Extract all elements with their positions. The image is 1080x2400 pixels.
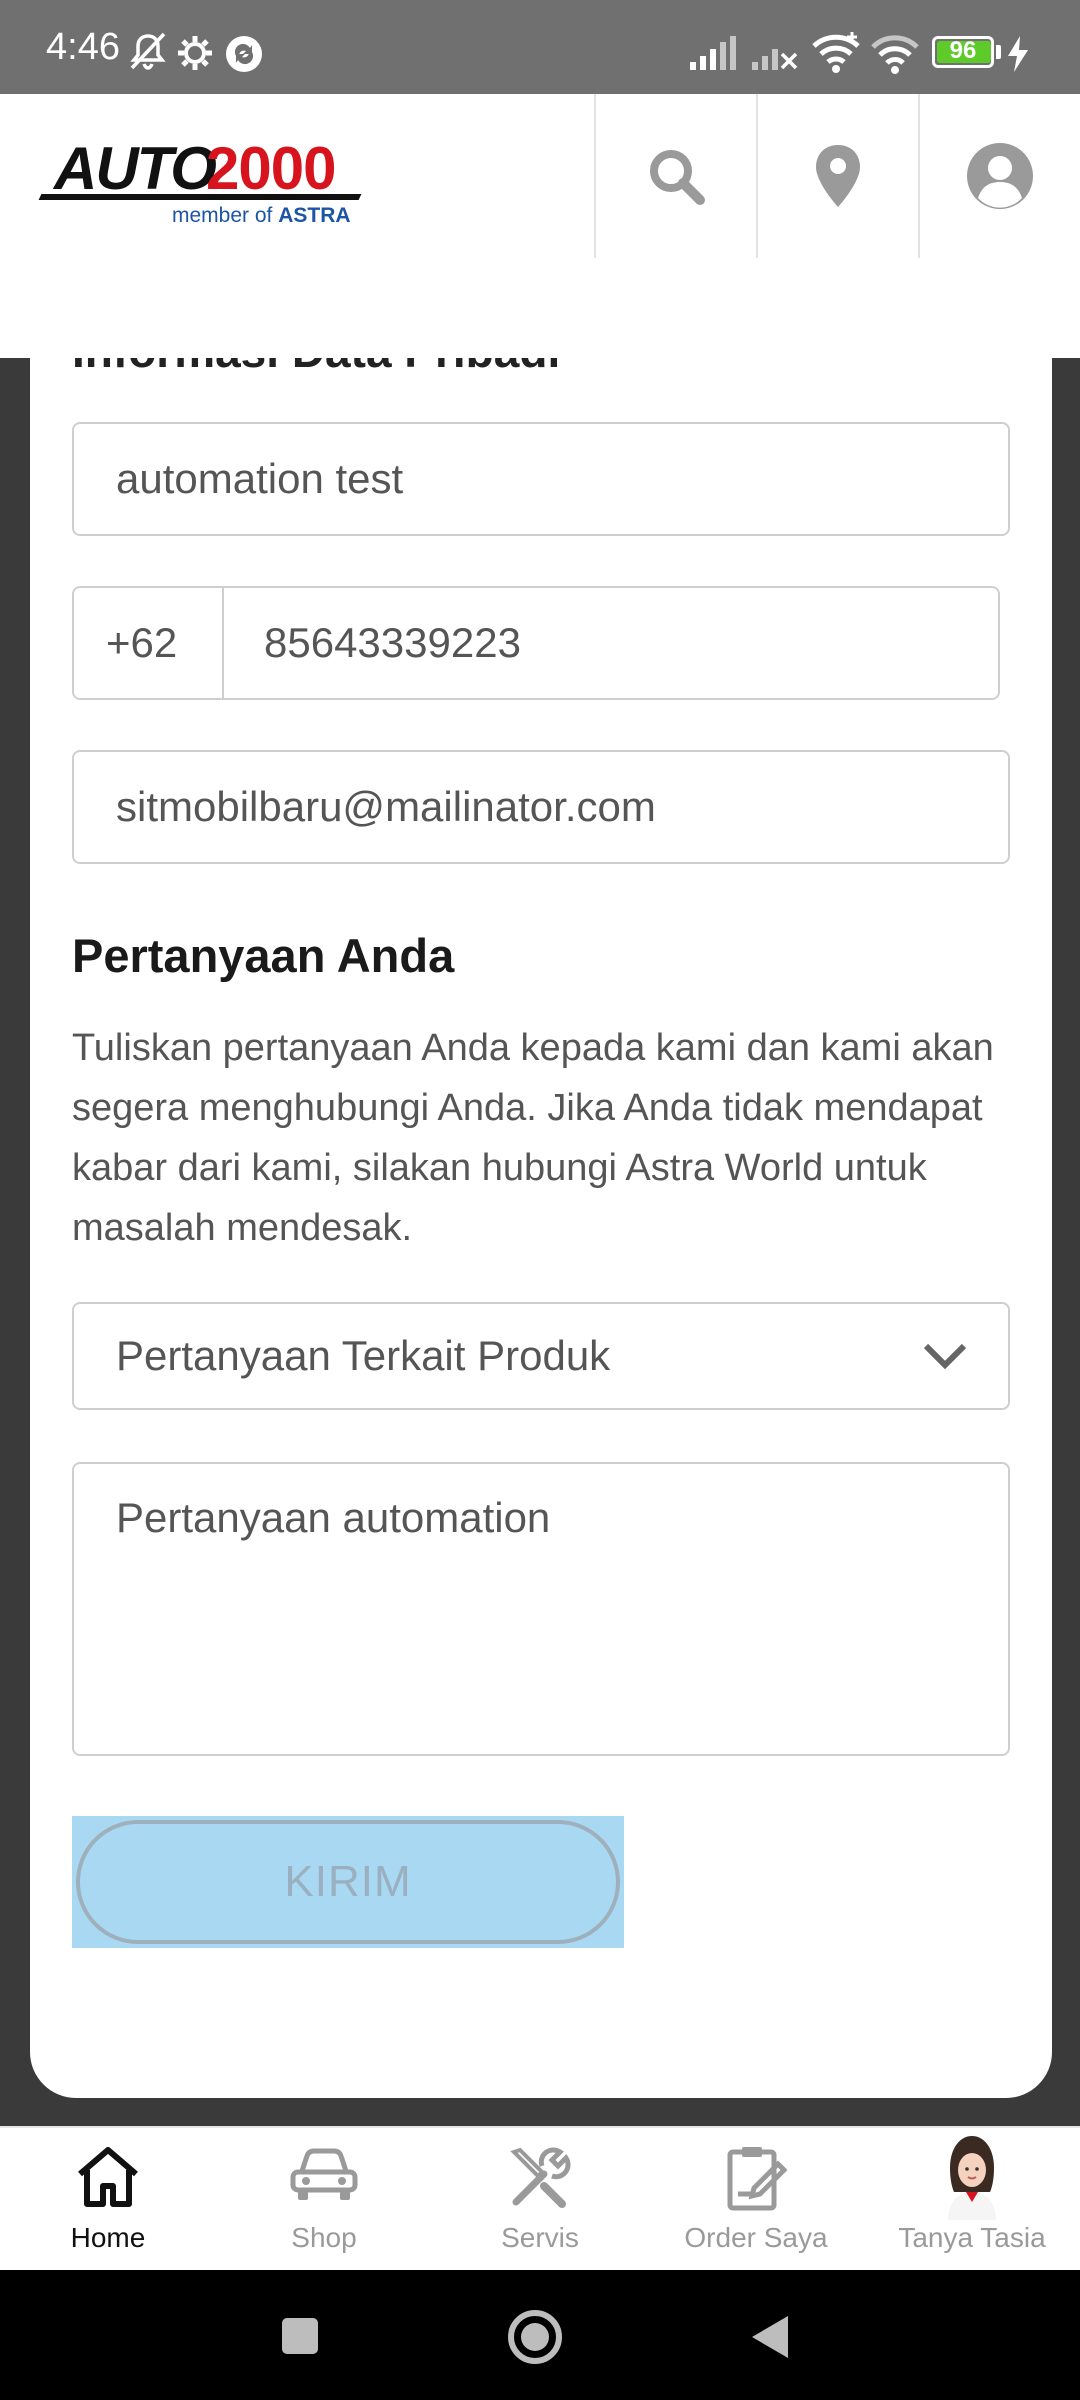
email-field[interactable]: sitmobilbaru@mailinator.com <box>72 750 1010 864</box>
user-profile-icon <box>967 143 1033 209</box>
search-button[interactable] <box>596 94 756 258</box>
tools-icon <box>510 2147 571 2208</box>
phone-field: +62 85643339223 <box>72 586 1000 700</box>
car-icon <box>290 2148 358 2200</box>
question-description: Tuliskan pertanyaan Anda kepada kami dan… <box>72 1027 994 1249</box>
wifi-secondary-icon <box>871 35 919 74</box>
question-heading: Pertanyaan Anda <box>72 929 455 982</box>
recent-apps-icon[interactable] <box>280 2316 320 2356</box>
name-field-value: automation test <box>116 455 404 502</box>
nav-item-servis[interactable]: Servis <box>432 2128 648 2272</box>
logo-tagline: member of ASTRA <box>172 204 351 228</box>
nav-label-shop: Shop <box>291 2222 357 2253</box>
section-title-personal-data: Informasi Data Pribadi <box>72 358 560 378</box>
signal-icon <box>690 36 736 70</box>
contact-form-card: Informasi Data Pribadi automation test +… <box>30 358 1052 2098</box>
back-triangle-icon[interactable] <box>748 2312 792 2362</box>
signal-no-service-icon <box>752 49 798 70</box>
logo-tagline-brand: ASTRA <box>278 204 351 227</box>
nav-item-order-saya[interactable]: Order Saya <box>648 2128 864 2272</box>
battery-icon: 96 <box>932 36 994 68</box>
question-textarea-value: Pertanyaan automation <box>116 1494 551 1541</box>
location-button[interactable] <box>758 94 918 258</box>
email-field-value: sitmobilbaru@mailinator.com <box>116 783 656 830</box>
app-header: AUTO 2000 member of ASTRA <box>0 94 1080 358</box>
logo-brand-number: 2000 <box>206 135 336 202</box>
status-time: 4:46 <box>46 26 120 68</box>
nav-item-home[interactable]: Home <box>0 2128 216 2272</box>
logo-tagline-prefix: member of <box>172 204 273 227</box>
name-field[interactable]: automation test <box>72 422 1010 536</box>
logo-underline <box>38 194 362 200</box>
question-textarea[interactable]: Pertanyaan automation <box>72 1462 1010 1756</box>
nav-item-shop[interactable]: Shop <box>216 2128 432 2272</box>
chevron-down-icon <box>923 1343 967 1370</box>
nav-label-home: Home <box>70 2222 146 2253</box>
submit-button[interactable]: KIRIM <box>76 1820 620 1944</box>
phone-number-input[interactable]: 85643339223 <box>224 588 998 698</box>
question-category-value: Pertanyaan Terkait Produk <box>116 1332 611 1379</box>
bottom-navigation: Home Shop Servis Order Saya Tanya Tasia <box>0 2126 1080 2270</box>
logo-brand-word: AUTO <box>54 135 217 202</box>
charging-bolt-icon <box>1008 36 1028 72</box>
wifi-icon <box>812 32 860 73</box>
sync-app-icon <box>226 36 262 72</box>
location-pin-icon <box>816 145 860 207</box>
submit-button-highlight: KIRIM <box>72 1816 624 1948</box>
home-icon <box>78 2147 138 2207</box>
profile-button[interactable] <box>920 94 1080 258</box>
nav-item-tanya-tasia[interactable]: Tanya Tasia <box>864 2128 1080 2272</box>
nav-label-order-saya: Order Saya <box>684 2222 828 2253</box>
settings-gear-icon <box>178 36 212 70</box>
search-icon <box>650 150 705 205</box>
nav-label-servis: Servis <box>501 2222 579 2253</box>
phone-country-code[interactable]: +62 <box>74 588 224 698</box>
order-clipboard-icon <box>727 2147 788 2211</box>
system-navigation-bar <box>0 2270 1080 2400</box>
auto2000-logo[interactable]: AUTO 2000 member of ASTRA <box>38 134 370 234</box>
battery-level-text: 96 <box>949 37 977 64</box>
phone-code-value: +62 <box>106 619 178 666</box>
assistant-avatar-icon <box>948 2136 996 2220</box>
question-category-select[interactable]: Pertanyaan Terkait Produk <box>72 1302 1010 1410</box>
phone-number-value: 85643339223 <box>264 619 521 666</box>
nav-label-tanya-tasia: Tanya Tasia <box>898 2222 1046 2253</box>
mute-bell-icon <box>130 32 166 70</box>
status-bar: 4:46 96 <box>0 0 1080 94</box>
battery-cap <box>996 45 1001 59</box>
home-circle-icon[interactable] <box>506 2308 564 2366</box>
